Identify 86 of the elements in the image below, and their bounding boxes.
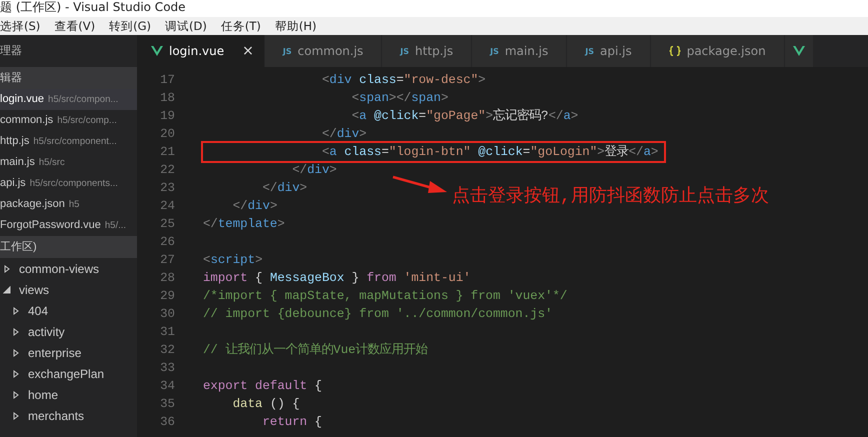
js-icon: JS bbox=[400, 46, 410, 56]
code-line: /*import { mapState, mapMutations } from 'vuex'*/ bbox=[202, 288, 568, 305]
code-line: export default { bbox=[202, 378, 323, 395]
menu-item[interactable]: 转到(G) bbox=[109, 17, 152, 35]
folder-item[interactable]: home bbox=[28, 388, 58, 402]
folder-item[interactable]: activity bbox=[28, 324, 65, 338]
chevron-icon[interactable] bbox=[12, 328, 20, 336]
open-editor-item[interactable]: ForgotPassword.vue h5/... bbox=[0, 215, 137, 236]
editor-tab[interactable]: JS common.js bbox=[264, 35, 382, 67]
braces-icon bbox=[668, 46, 681, 56]
code-line: <div class="row-desc"> bbox=[320, 72, 487, 89]
chevron-icon[interactable] bbox=[12, 306, 20, 314]
line-number: 27 bbox=[159, 252, 175, 269]
line-number: 35 bbox=[159, 396, 175, 413]
code-line: <a @click="goPage">忘记密码?</a> bbox=[350, 107, 580, 125]
line-number: 18 bbox=[159, 90, 175, 107]
menu-item[interactable]: 帮助(H) bbox=[274, 17, 316, 35]
folder-item[interactable]: exchangePlan bbox=[28, 366, 104, 380]
line-number: 36 bbox=[159, 414, 175, 431]
line-number: 30 bbox=[159, 306, 175, 323]
open-editor-item[interactable]: api.js h5/src/components... bbox=[0, 173, 137, 194]
chevron-icon[interactable] bbox=[3, 286, 11, 294]
code-line: </div> bbox=[291, 162, 338, 179]
chevron-icon[interactable] bbox=[12, 412, 20, 420]
code-line: </div> bbox=[320, 126, 368, 143]
vue-icon bbox=[151, 46, 163, 56]
code-line: // 让我们从一个简单的Vue计数应用开始 bbox=[202, 342, 429, 359]
line-number: 32 bbox=[159, 342, 175, 359]
line-number: 28 bbox=[159, 270, 175, 287]
menu-item[interactable]: 选择(S) bbox=[0, 17, 40, 35]
line-number: 22 bbox=[159, 162, 175, 179]
folder-item[interactable]: merchants bbox=[28, 408, 84, 422]
folder-item[interactable]: common-views bbox=[19, 262, 100, 276]
annotation-text: 点击登录按钮,用防抖函数防止点击多次 bbox=[452, 185, 769, 207]
sidebar-title: 理器 bbox=[0, 45, 22, 57]
vue-icon bbox=[792, 46, 805, 56]
editor-tab[interactable] bbox=[784, 35, 814, 67]
chevron-icon[interactable] bbox=[12, 370, 20, 378]
open-editor-item[interactable]: main.js h5/src bbox=[0, 152, 137, 173]
editor-tab[interactable]: package.json bbox=[650, 35, 785, 67]
js-icon: JS bbox=[490, 46, 499, 56]
code-line: <script> bbox=[202, 252, 264, 269]
line-number: 34 bbox=[159, 378, 175, 395]
line-number: 20 bbox=[159, 126, 175, 143]
line-number: 33 bbox=[159, 360, 175, 377]
window-title: 题 (工作区) - Visual Studio Code bbox=[0, 0, 186, 14]
code-line: </div> bbox=[261, 180, 308, 197]
folder-item[interactable]: views bbox=[19, 282, 50, 296]
close-icon[interactable]: × bbox=[242, 43, 254, 59]
code-line: import { MessageBox } from 'mint-ui' bbox=[202, 270, 472, 287]
line-number: 25 bbox=[159, 216, 175, 233]
editor-tab[interactable]: JS main.js bbox=[472, 35, 568, 67]
code-line: </template> bbox=[202, 216, 286, 233]
line-number: 17 bbox=[159, 72, 175, 89]
line-number: 26 bbox=[159, 234, 175, 251]
code-line: <span></span> bbox=[350, 90, 450, 107]
open-editor-item[interactable]: http.js h5/src/component... bbox=[0, 131, 137, 152]
editor-tab[interactable]: JS http.js bbox=[382, 35, 472, 67]
code-line: // import {debounce} from '../common/common.js' bbox=[202, 306, 554, 323]
line-number: 29 bbox=[159, 288, 175, 305]
line-number: 21 bbox=[159, 144, 175, 161]
js-icon: JS bbox=[282, 46, 292, 56]
folder-item[interactable]: enterprise bbox=[28, 346, 82, 360]
js-icon: JS bbox=[585, 46, 594, 56]
menu-item[interactable]: 查看(V) bbox=[54, 17, 96, 35]
menu-item[interactable]: 调试(D) bbox=[165, 17, 207, 35]
menu-item[interactable]: 任务(T) bbox=[220, 17, 261, 35]
line-number: 31 bbox=[159, 324, 175, 341]
chevron-icon[interactable] bbox=[12, 348, 20, 356]
code-line: return { bbox=[261, 414, 323, 431]
code-line: data () { bbox=[232, 396, 301, 413]
line-number: 19 bbox=[159, 108, 175, 125]
open-editor-item[interactable]: common.js h5/src/comp... bbox=[0, 110, 137, 131]
chevron-icon[interactable] bbox=[3, 264, 11, 272]
section-header[interactable]: 工作区) bbox=[0, 236, 137, 258]
open-editor-item[interactable]: login.vue h5/src/compon... bbox=[0, 89, 137, 110]
editor-tab[interactable]: JS api.js bbox=[567, 35, 651, 67]
arrow bbox=[392, 175, 448, 195]
folder-item[interactable]: 404 bbox=[28, 304, 48, 318]
editor-tab[interactable]: login.vue × bbox=[137, 35, 265, 67]
line-number: 23 bbox=[159, 180, 175, 197]
chevron-icon[interactable] bbox=[12, 390, 20, 398]
line-number: 24 bbox=[159, 198, 175, 215]
code-line: </div> bbox=[232, 198, 278, 215]
open-editor-item[interactable]: package.json h5 bbox=[0, 194, 137, 215]
section-header[interactable]: 辑器 bbox=[0, 67, 137, 89]
